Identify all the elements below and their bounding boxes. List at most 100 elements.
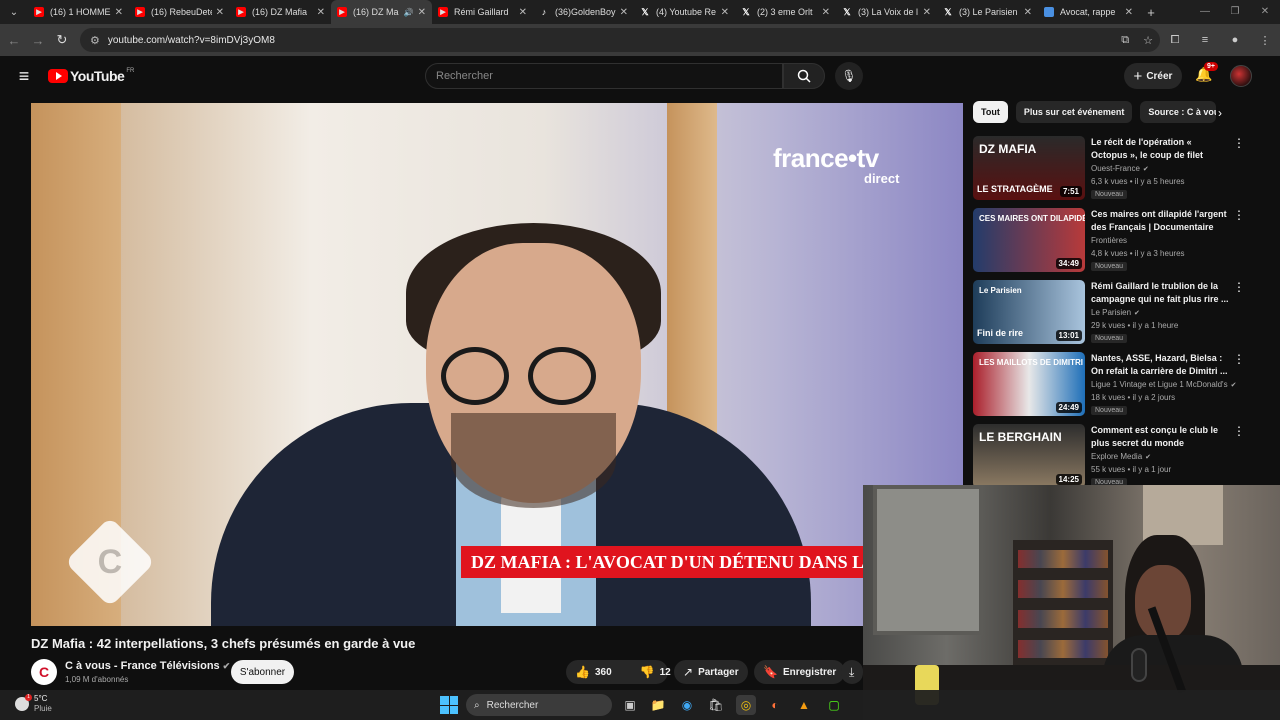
recommendation-channel[interactable]: Ligue 1 Vintage et Ligue 1 McDonald's ✔ bbox=[1091, 380, 1243, 389]
browser-tab[interactable]: ▶ (16) RebeuDeter ✕ bbox=[129, 0, 230, 24]
weather-widget[interactable]: 1 5°C Pluie bbox=[15, 694, 52, 714]
tab-close-icon[interactable]: ✕ bbox=[317, 7, 325, 18]
tab-close-icon[interactable]: ✕ bbox=[923, 7, 931, 18]
filter-chip[interactable]: Plus sur cet événement bbox=[1015, 101, 1133, 123]
back-icon[interactable]: ← bbox=[2, 33, 26, 48]
voice-search-button[interactable]: 🎙 bbox=[835, 62, 863, 90]
channel-name[interactable]: C à vous - France Télévisions ✔ bbox=[65, 660, 230, 672]
streaming-app-icon[interactable]: ▢ bbox=[824, 695, 844, 715]
edge-icon[interactable]: ◉ bbox=[677, 695, 697, 715]
store-icon[interactable]: 🛍 bbox=[706, 695, 726, 715]
channel-avatar[interactable]: C bbox=[31, 659, 57, 685]
dislike-button[interactable]: 👎 12 bbox=[631, 660, 680, 684]
chrome-icon[interactable]: ◎ bbox=[736, 695, 756, 715]
browser-tab[interactable]: ▶ (16) DZ Ma 🔊 ✕ bbox=[331, 0, 432, 24]
channel-label[interactable]: Ouest-France bbox=[1091, 164, 1140, 173]
site-info-icon[interactable]: ⚙ bbox=[90, 34, 100, 47]
tab-close-icon[interactable]: ✕ bbox=[418, 7, 426, 18]
account-avatar[interactable] bbox=[1230, 65, 1252, 87]
recommendation-channel[interactable]: Frontières bbox=[1091, 236, 1243, 245]
browser-tab[interactable]: 𝕏 (3) La Voix de l ✕ bbox=[836, 0, 937, 24]
channel-label[interactable]: Le Parisien bbox=[1091, 308, 1131, 317]
recommendation-title[interactable]: Comment est conçu le club le plus secret… bbox=[1091, 424, 1229, 450]
task-view-icon[interactable]: ▣ bbox=[620, 695, 640, 715]
share-button[interactable]: ↗ Partager bbox=[674, 660, 748, 684]
video-thumbnail[interactable]: Le Parisien Fini de rire 13:01 bbox=[973, 280, 1085, 344]
extensions-icon[interactable]: ⧠ bbox=[1160, 34, 1190, 47]
tab-close-icon[interactable]: ✕ bbox=[822, 7, 830, 18]
chevron-right-icon[interactable]: › bbox=[1218, 106, 1222, 120]
new-tab-button[interactable]: + bbox=[1139, 5, 1163, 20]
video-thumbnail[interactable]: CES MAIRES ONT DILAPIDÉ VOTRE ARGENT 34:… bbox=[973, 208, 1085, 272]
tab-close-icon[interactable]: ✕ bbox=[115, 7, 123, 18]
recommendation-title[interactable]: Le récit de l'opération « Octopus », le … bbox=[1091, 136, 1229, 162]
tab-close-icon[interactable]: ✕ bbox=[1024, 7, 1032, 18]
minimize-icon[interactable]: — bbox=[1190, 0, 1220, 24]
subscribe-button[interactable]: S'abonner bbox=[231, 660, 294, 684]
browser-tab[interactable]: Avocat, rappe ✕ bbox=[1038, 0, 1139, 24]
video-thumbnail[interactable]: LE BERGHAIN 14:25 bbox=[973, 424, 1085, 488]
like-button[interactable]: 👍 360 bbox=[566, 660, 621, 684]
filter-chip[interactable]: Source : C à vous bbox=[1140, 101, 1217, 123]
tab-close-icon[interactable]: ✕ bbox=[620, 7, 628, 18]
firefox-icon[interactable]: ◐ bbox=[765, 695, 785, 715]
channel-name-text[interactable]: C à vous - France Télévisions bbox=[65, 660, 220, 672]
channel-label[interactable]: Frontières bbox=[1091, 236, 1127, 245]
more-options-icon[interactable]: ⋮ bbox=[1233, 136, 1245, 150]
browser-tab[interactable]: 𝕏 (2) 3 eme Orlt ✕ bbox=[735, 0, 836, 24]
recommendation-channel[interactable]: Explore Media ✔ bbox=[1091, 452, 1243, 461]
more-options-icon[interactable]: ⋮ bbox=[1233, 208, 1245, 222]
url-bar[interactable]: ⚙ youtube.com/watch?v=8imDVj3yOM8 ⧉ ☆ bbox=[80, 28, 1160, 52]
notifications-button[interactable]: 🔔 9+ bbox=[1195, 62, 1218, 83]
menu-icon[interactable]: ≡ bbox=[0, 66, 48, 87]
more-options-icon[interactable]: ⋮ bbox=[1233, 280, 1245, 294]
more-options-icon[interactable]: ⋮ bbox=[1233, 352, 1245, 366]
windows-start-icon[interactable] bbox=[440, 696, 458, 714]
search-button[interactable] bbox=[783, 63, 825, 89]
recommendation-channel[interactable]: Ouest-France ✔ bbox=[1091, 164, 1243, 173]
browser-tab[interactable]: 𝕏 (4) Youtube Re ✕ bbox=[634, 0, 735, 24]
media-control-icon[interactable]: ≡ bbox=[1190, 34, 1220, 46]
file-explorer-icon[interactable]: 📁 bbox=[648, 695, 668, 715]
close-window-icon[interactable]: ✕ bbox=[1250, 0, 1280, 24]
tab-list-button[interactable]: ⌄ bbox=[0, 0, 28, 24]
profile-icon[interactable]: ● bbox=[1220, 34, 1250, 46]
tab-close-icon[interactable]: ✕ bbox=[1125, 7, 1133, 18]
tab-close-icon[interactable]: ✕ bbox=[721, 7, 729, 18]
channel-label[interactable]: Ligue 1 Vintage et Ligue 1 McDonald's bbox=[1091, 380, 1228, 389]
video-player[interactable]: france•tv direct C DZ MAFIA : L'AVOCAT D… bbox=[31, 103, 963, 626]
browser-tab[interactable]: ▶ (16) 1 HOMME ✕ bbox=[28, 0, 129, 24]
video-thumbnail[interactable]: LES MAILLOTS DE DIMITRI PAYET 24:49 bbox=[973, 352, 1085, 416]
browser-menu-icon[interactable]: ⋮ bbox=[1250, 34, 1280, 47]
tab-audio-icon[interactable]: 🔊 bbox=[404, 8, 414, 17]
download-button[interactable]: ⤓ bbox=[841, 660, 863, 684]
video-thumbnail[interactable]: DZ MAFIA LE STRATAGÈME 7:51 bbox=[973, 136, 1085, 200]
recommendation-title[interactable]: Nantes, ASSE, Hazard, Bielsa : On refait… bbox=[1091, 352, 1229, 378]
filter-chip[interactable]: Tout bbox=[973, 101, 1008, 123]
vlc-icon[interactable]: ▲ bbox=[794, 695, 814, 715]
youtube-logo[interactable]: YouTube FR bbox=[48, 68, 134, 84]
create-button[interactable]: + Créer bbox=[1124, 63, 1182, 89]
url-text[interactable]: youtube.com/watch?v=8imDVj3yOM8 bbox=[108, 35, 1114, 46]
restore-icon[interactable]: ❐ bbox=[1220, 0, 1250, 24]
tab-close-icon[interactable]: ✕ bbox=[216, 7, 224, 18]
recommendation-item[interactable]: CES MAIRES ONT DILAPIDÉ VOTRE ARGENT 34:… bbox=[973, 208, 1248, 274]
search-input[interactable]: Rechercher bbox=[425, 63, 783, 89]
recommendation-item[interactable]: LE BERGHAIN 14:25 Comment est conçu le c… bbox=[973, 424, 1248, 490]
channel-label[interactable]: Explore Media bbox=[1091, 452, 1142, 461]
recommendation-title[interactable]: Ces maires ont dilapidé l'argent des Fra… bbox=[1091, 208, 1229, 234]
tab-close-icon[interactable]: ✕ bbox=[519, 7, 527, 18]
forward-icon[interactable]: → bbox=[26, 33, 50, 48]
more-options-icon[interactable]: ⋮ bbox=[1233, 424, 1245, 438]
browser-tab[interactable]: ▶ Rémi Gaillard ✕ bbox=[432, 0, 533, 24]
browser-tab[interactable]: 𝕏 (3) Le Parisien ✕ bbox=[937, 0, 1038, 24]
recommendation-item[interactable]: Le Parisien Fini de rire 13:01 Rémi Gail… bbox=[973, 280, 1248, 346]
recommendation-item[interactable]: DZ MAFIA LE STRATAGÈME 7:51 Le récit de … bbox=[973, 136, 1248, 202]
taskbar-search[interactable]: ⌕ Rechercher bbox=[466, 694, 612, 716]
recommendation-channel[interactable]: Le Parisien ✔ bbox=[1091, 308, 1243, 317]
recommendation-item[interactable]: LES MAILLOTS DE DIMITRI PAYET 24:49 Nant… bbox=[973, 352, 1248, 418]
reload-icon[interactable]: ↻ bbox=[50, 32, 74, 48]
install-app-icon[interactable]: ⧉ bbox=[1121, 34, 1129, 47]
browser-tab[interactable]: ♪ (36)GoldenBoy ✕ bbox=[533, 0, 634, 24]
bookmark-star-icon[interactable]: ☆ bbox=[1143, 34, 1153, 47]
